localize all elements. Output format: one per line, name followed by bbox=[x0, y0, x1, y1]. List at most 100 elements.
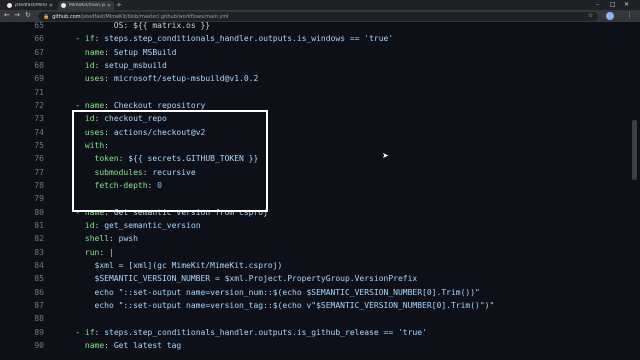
line-number[interactable]: 71 bbox=[26, 86, 44, 99]
code-token: : bbox=[94, 34, 105, 44]
code-token: microsoft/setup-msbuild@v1.0.2 bbox=[113, 74, 259, 84]
code-line: 84 $xml = [xml](gc MimeKit/MimeKit.cspro… bbox=[0, 259, 630, 272]
line-number[interactable]: 78 bbox=[26, 179, 44, 192]
code-token: shell bbox=[84, 234, 109, 244]
line-number[interactable]: 66 bbox=[26, 32, 44, 45]
scrollbar-thumb[interactable] bbox=[632, 120, 637, 180]
line-number[interactable]: 69 bbox=[26, 72, 44, 85]
line-content: - if: steps.step_conditionals_handler.ou… bbox=[56, 32, 393, 45]
line-content: name: Setup MSBuild bbox=[56, 46, 177, 59]
line-number[interactable]: 67 bbox=[26, 46, 44, 59]
tab-close-icon[interactable]: ✕ bbox=[107, 3, 111, 9]
line-number[interactable]: 82 bbox=[26, 232, 44, 245]
github-icon bbox=[61, 3, 66, 8]
line-number[interactable]: 90 bbox=[26, 339, 44, 352]
line-content: - if: steps.step_conditionals_handler.ou… bbox=[56, 326, 427, 339]
code-token: Get latest tag bbox=[113, 340, 182, 350]
code-line: 85 $SEMANTIC_VERSION_NUMBER = $xml.Proje… bbox=[0, 272, 630, 285]
line-content: $SEMANTIC_VERSION_NUMBER = $xml.Project.… bbox=[56, 272, 418, 285]
tab-title: MimeKit/main.yml at master · jst bbox=[69, 3, 105, 8]
reload-icon[interactable]: ↻ bbox=[25, 11, 31, 19]
line-content: OS: ${{ matrix.os }} bbox=[56, 19, 210, 32]
code-token: setup_msbuild bbox=[104, 60, 167, 70]
line-content: uses: microsoft/setup-msbuild@v1.0.2 bbox=[56, 72, 258, 85]
line-number[interactable]: 84 bbox=[26, 259, 44, 272]
code-line: 88 bbox=[0, 312, 630, 325]
code-line: 66 - if: steps.step_conditionals_handler… bbox=[0, 32, 630, 45]
code-line: 71 bbox=[0, 86, 630, 99]
code-token: echo "::set-output name=version_tag::$(e… bbox=[56, 300, 495, 310]
forward-icon[interactable]: → bbox=[14, 11, 20, 19]
line-number[interactable]: 88 bbox=[26, 312, 44, 325]
line-content: name: Get latest tag bbox=[56, 339, 181, 352]
line-content: id: setup_msbuild bbox=[56, 59, 167, 72]
tab-mimekit-repo[interactable]: jstedfast/MimeKit: A .NET MIME ✕ bbox=[4, 1, 56, 10]
mouse-cursor-icon: ➤ bbox=[382, 151, 389, 160]
line-number[interactable]: 89 bbox=[26, 326, 44, 339]
code-token: Setup MSBuild bbox=[113, 47, 177, 57]
line-number[interactable]: 83 bbox=[26, 246, 44, 259]
line-number[interactable]: 79 bbox=[26, 192, 44, 205]
code-token: if bbox=[84, 34, 95, 44]
code-token: id bbox=[84, 60, 95, 70]
line-number[interactable]: 86 bbox=[26, 286, 44, 299]
code-token: if bbox=[84, 327, 95, 337]
line-number[interactable]: 75 bbox=[26, 139, 44, 152]
browser-menu-icon[interactable]: ⋮ bbox=[626, 11, 633, 19]
code-token: : bbox=[104, 100, 114, 110]
code-line: 82 shell: pwsh bbox=[0, 232, 630, 245]
code-token: : bbox=[104, 74, 114, 84]
code-token: $SEMANTIC_VERSION_NUMBER = $xml.Project.… bbox=[56, 274, 418, 284]
line-number[interactable]: 74 bbox=[26, 126, 44, 139]
code-token: name bbox=[84, 340, 105, 350]
code-line: 90 name: Get latest tag bbox=[0, 339, 630, 352]
code-token: : bbox=[94, 220, 105, 230]
code-line: 83 run: | bbox=[0, 246, 630, 259]
tab-title: jstedfast/MimeKit: A .NET MIME bbox=[15, 3, 47, 8]
code-line: 81 id: get_semantic_version bbox=[0, 219, 630, 232]
highlight-box bbox=[72, 110, 268, 212]
github-icon bbox=[7, 3, 12, 8]
code-token: $xml = [xml](gc MimeKit/MimeKit.csproj) bbox=[56, 260, 283, 270]
code-line: 69 uses: microsoft/setup-msbuild@v1.0.2 bbox=[0, 72, 630, 85]
code-token: id bbox=[84, 220, 95, 230]
scrollbar[interactable] bbox=[630, 22, 640, 360]
line-number[interactable]: 77 bbox=[26, 166, 44, 179]
line-number[interactable]: 65 bbox=[26, 19, 44, 32]
minimize-icon[interactable]: – bbox=[596, 1, 599, 8]
code-token: - bbox=[56, 100, 85, 110]
close-window-icon[interactable]: ✕ bbox=[624, 1, 629, 8]
code-token: echo "::set-output name=version_num::$(e… bbox=[56, 287, 480, 297]
maximize-icon[interactable]: □ bbox=[610, 1, 616, 8]
tab-main-yml[interactable]: MimeKit/main.yml at master · jst ✕ bbox=[58, 1, 114, 10]
code-line: 89 - if: steps.step_conditionals_handler… bbox=[0, 326, 630, 339]
line-content: echo "::set-output name=version_tag::$(e… bbox=[56, 299, 495, 312]
line-number[interactable]: 72 bbox=[26, 99, 44, 112]
line-number[interactable]: 76 bbox=[26, 152, 44, 165]
code-token: : bbox=[104, 47, 114, 57]
line-content: id: get_semantic_version bbox=[56, 219, 201, 232]
line-number[interactable]: 80 bbox=[26, 206, 44, 219]
new-tab-button[interactable]: + bbox=[116, 1, 122, 9]
code-token: Checkout repository bbox=[113, 100, 206, 110]
code-token: run bbox=[84, 247, 100, 257]
line-number[interactable]: 85 bbox=[26, 272, 44, 285]
code-line: 87 echo "::set-output name=version_tag::… bbox=[0, 299, 630, 312]
line-number[interactable]: 73 bbox=[26, 112, 44, 125]
back-icon[interactable]: ← bbox=[4, 11, 10, 19]
line-content: echo "::set-output name=version_num::$(e… bbox=[56, 286, 480, 299]
line-number[interactable]: 87 bbox=[26, 299, 44, 312]
tab-close-icon[interactable]: ✕ bbox=[49, 3, 53, 9]
code-token: steps.step_conditionals_handler.outputs.… bbox=[104, 34, 394, 44]
line-number[interactable]: 68 bbox=[26, 59, 44, 72]
code-line: 67 name: Setup MSBuild bbox=[0, 46, 630, 59]
bookmark-star-icon[interactable]: ☆ bbox=[588, 12, 593, 19]
line-number[interactable]: 81 bbox=[26, 219, 44, 232]
code-token: OS: ${{ matrix.os }} bbox=[56, 21, 211, 30]
